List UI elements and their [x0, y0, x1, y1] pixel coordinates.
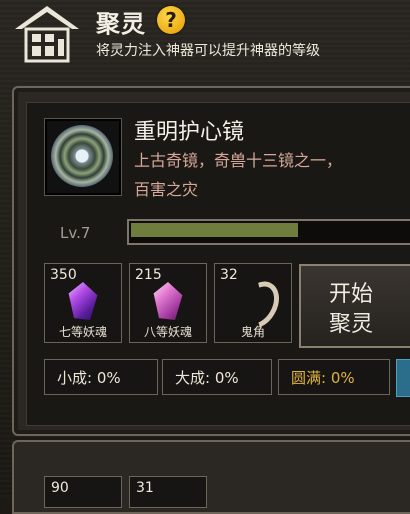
material-count: 350 — [50, 267, 77, 283]
next-slot-2[interactable]: 31 — [129, 476, 207, 508]
level-progress-bar — [127, 219, 410, 245]
material-label: 七等妖魂 — [58, 325, 107, 339]
description-line-2: 百害之灾 — [134, 180, 199, 199]
stat-perfect: 圆满: 0% — [278, 359, 390, 395]
stat-small-success: 小成: 0% — [44, 359, 158, 395]
artifact-slot[interactable] — [44, 118, 122, 196]
next-slot-count: 31 — [136, 480, 154, 496]
purple-gem-icon — [68, 282, 98, 320]
material-count: 215 — [135, 267, 162, 283]
pink-gem-icon — [153, 282, 183, 320]
help-button[interactable]: ? — [157, 6, 185, 34]
artifact-name: 重明护心镜 — [134, 120, 245, 145]
start-button-line-2: 聚灵 — [328, 312, 373, 337]
page-subtitle: 将灵力注入神器可以提升神器的等级 — [96, 43, 320, 59]
description-line-1: 上古奇镜，奇兽十三镜之一， — [134, 151, 343, 170]
next-slot-count: 90 — [51, 480, 69, 496]
side-tab[interactable] — [396, 359, 410, 397]
start-gather-button[interactable]: 开始 聚灵 — [299, 264, 410, 348]
material-slot-1[interactable]: 350 七等妖魂 — [44, 263, 122, 343]
start-button-line-1: 开始 — [328, 282, 373, 307]
page-title: 聚灵 — [96, 10, 146, 38]
level-progress-fill — [131, 223, 298, 237]
artifact-level: Lv.7 — [60, 224, 91, 242]
material-label: 鬼角 — [240, 325, 265, 339]
stat-great-success: 大成: 0% — [162, 359, 272, 395]
material-count: 32 — [220, 267, 238, 283]
material-slot-3[interactable]: 32 鬼角 — [214, 263, 292, 343]
next-slot-1[interactable]: 90 — [44, 476, 122, 508]
material-slot-2[interactable]: 215 八等妖魂 — [129, 263, 207, 343]
material-label: 八等妖魂 — [143, 325, 192, 339]
artifact-description: 上古奇镜，奇兽十三镜之一， 百害之灾 — [134, 146, 404, 204]
mirror-icon — [51, 125, 113, 187]
house-icon — [15, 6, 79, 63]
